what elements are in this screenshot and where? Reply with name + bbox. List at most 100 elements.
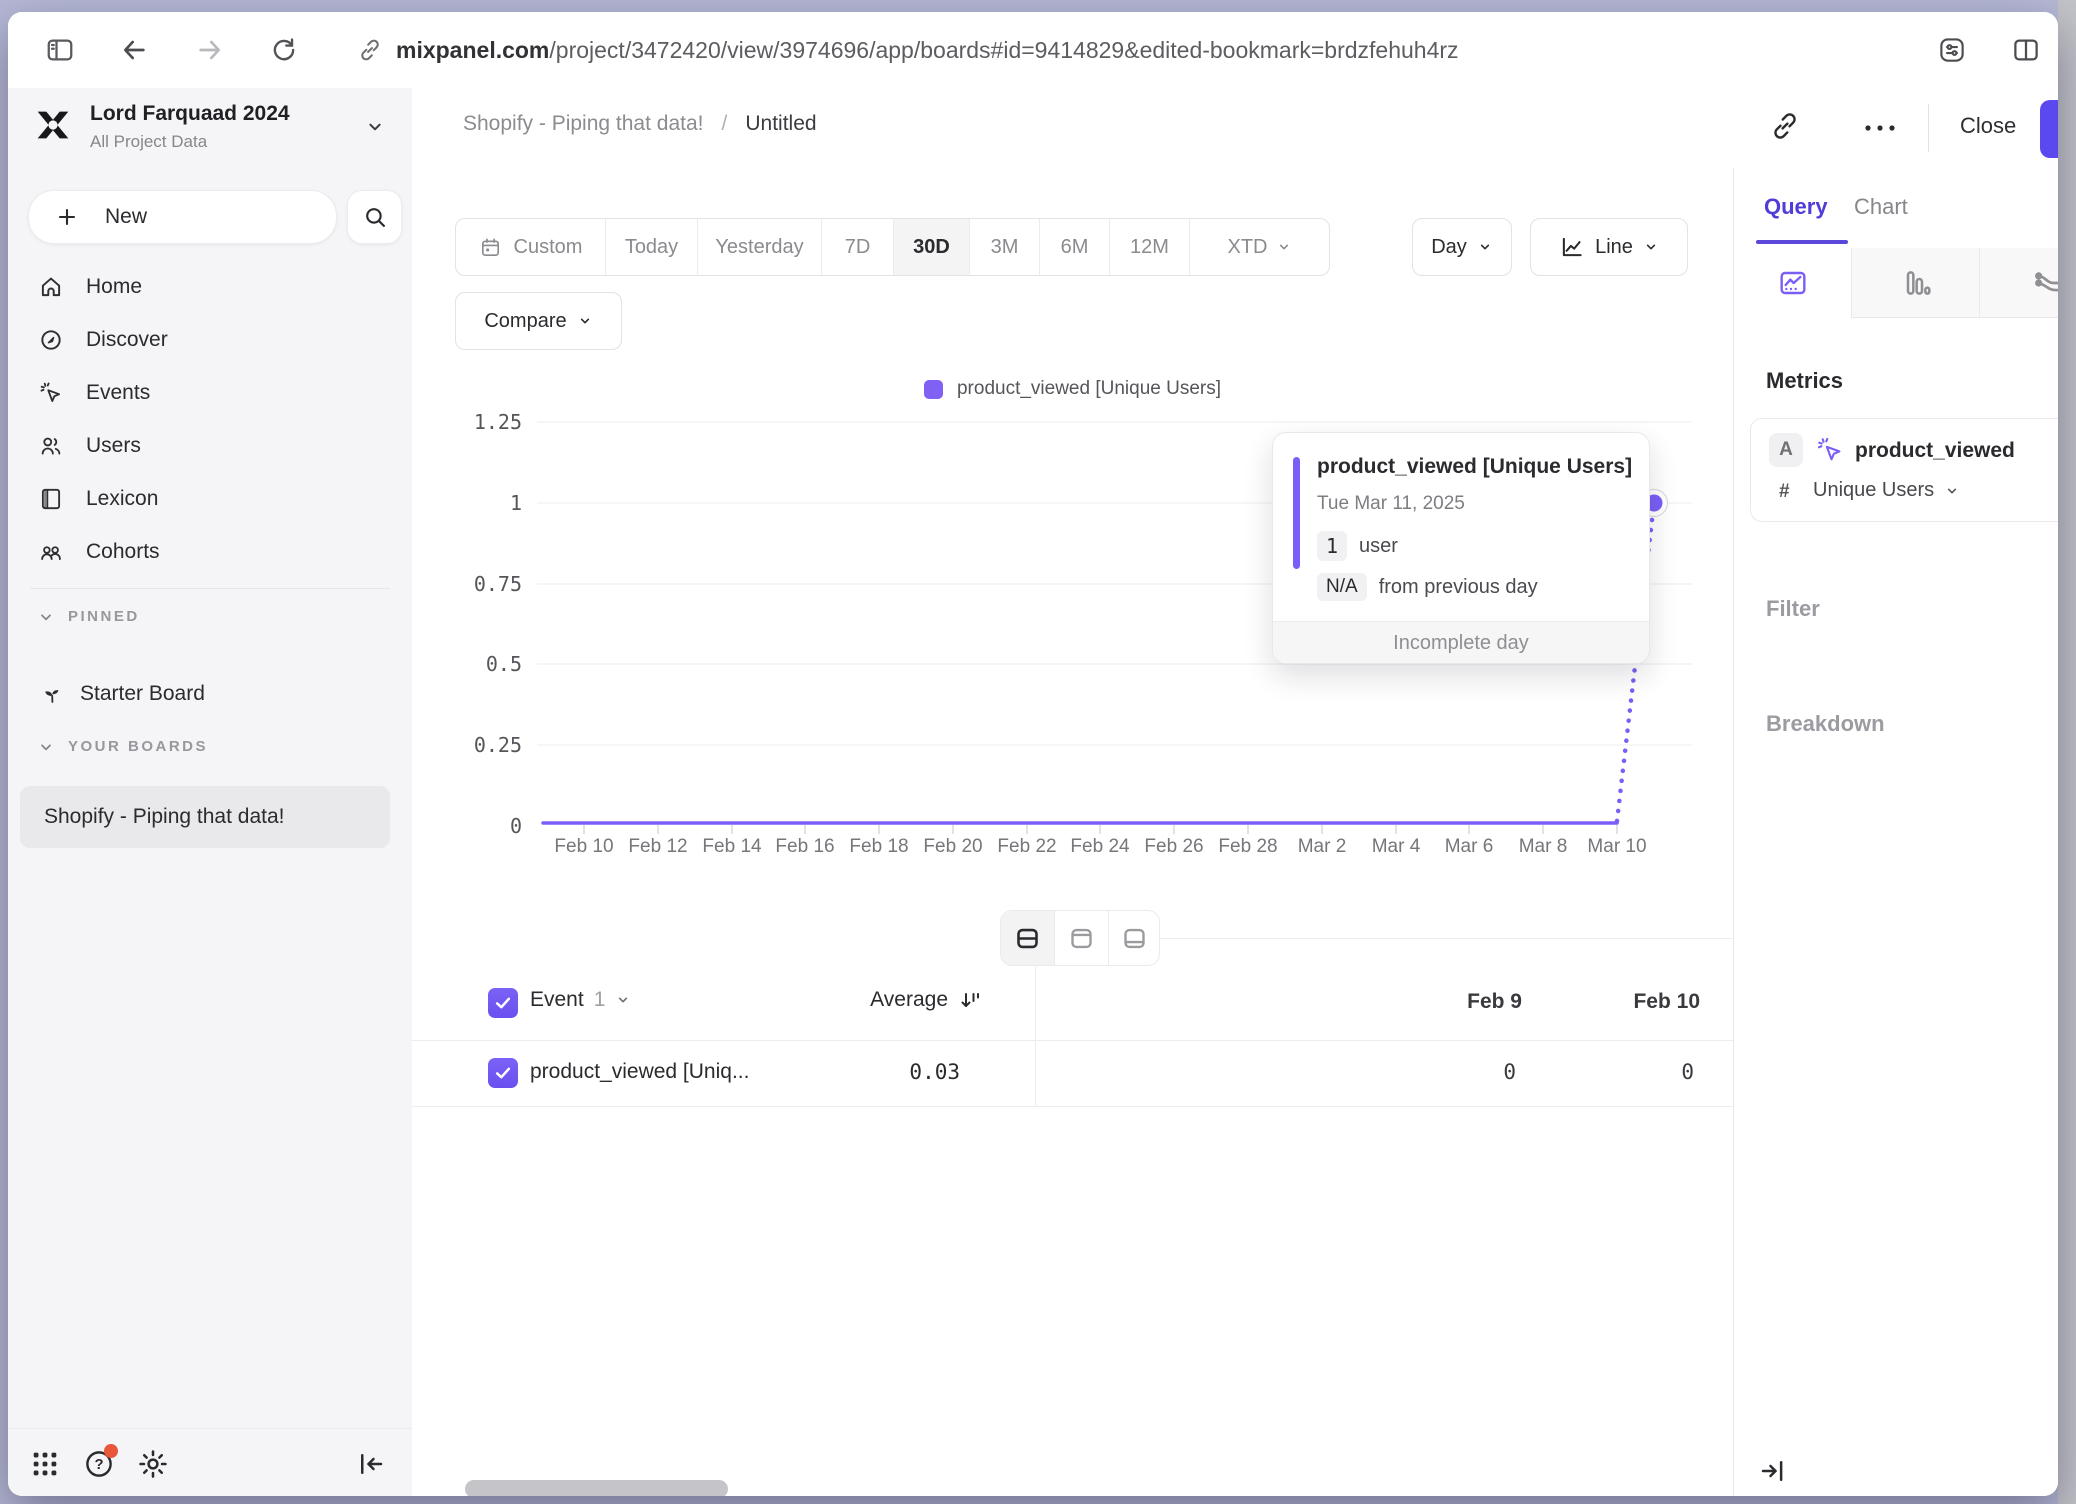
metric-letter-badge: A [1769,433,1803,467]
project-chevron-down-icon[interactable] [364,116,386,138]
compare-button[interactable]: Compare [455,292,622,350]
chart-type-dropdown[interactable]: Line [1530,218,1688,276]
chart-tooltip: product_viewed [Unique Users] Tue Mar 11… [1272,432,1650,664]
svg-text:?: ? [94,1457,103,1473]
close-button[interactable]: Close [1960,113,2016,139]
range-7d[interactable]: 7D [822,219,894,275]
event-header-cell[interactable]: Event 1 [530,988,631,1012]
breadcrumb-page-title[interactable]: Untitled [745,112,816,136]
range-30d-selected[interactable]: 30D [894,219,970,275]
active-board-label: Shopify - Piping that data! [44,805,285,829]
collapse-panel-icon[interactable] [1758,1456,1788,1486]
layout-table-only-button[interactable] [1109,911,1159,965]
date-column-header[interactable]: Feb 9 [1342,990,1522,1014]
your-boards-section-header[interactable]: YOUR BOARDS [38,738,208,755]
metric-aggregation-dropdown[interactable]: Unique Users [1813,479,1960,502]
range-12m[interactable]: 12M [1110,219,1190,275]
range-today[interactable]: Today [606,219,698,275]
metric-event-name[interactable]: product_viewed [1855,439,2015,463]
row-value: 0 [1691,1060,1733,1084]
tab-chart[interactable]: Chart [1854,194,1908,220]
layout-split-button[interactable] [1001,911,1055,965]
sidebar-item-lexicon[interactable]: Lexicon [8,472,412,525]
range-3m[interactable]: 3M [970,219,1040,275]
collapse-sidebar-icon[interactable] [356,1449,386,1479]
range-yesterday[interactable]: Yesterday [698,219,822,275]
date-column-header[interactable]: Feb 11 [1697,990,1733,1014]
reader-tune-icon[interactable] [1934,32,1970,68]
sidebar-item-label: Cohorts [86,540,160,564]
project-name[interactable]: Lord Farquaad 2024 [90,102,290,126]
sidebar-board-active[interactable]: Shopify - Piping that data! [20,786,390,848]
range-label: XTD [1228,236,1268,259]
date-column-header[interactable]: Feb 10 [1520,990,1700,1014]
board-label: Starter Board [80,682,205,706]
desktop: mixpanel.com/project/3472420/view/397469… [0,0,2076,1504]
help-icon[interactable]: ? [82,1447,116,1481]
sidebar-toggle-icon[interactable] [42,32,78,68]
more-options-icon[interactable] [1860,122,1900,134]
calendar-icon [479,236,502,259]
line-chart-icon [1559,234,1585,260]
search-button[interactable] [347,190,402,244]
tab-query[interactable]: Query [1764,194,1828,220]
chevron-down-icon [1276,239,1292,255]
sidebar-item-events[interactable]: Events [8,366,412,419]
select-all-checkbox[interactable] [488,988,518,1018]
granularity-dropdown[interactable]: Day [1412,218,1512,276]
sidebar-item-cohorts[interactable]: Cohorts [8,525,412,578]
horizontal-scrollbar-thumb[interactable] [465,1480,728,1496]
new-button[interactable]: New [28,190,337,244]
table-header-row: Event 1 Average Feb 9 Feb 10 Feb 11 Feb … [412,966,1733,1041]
event-count: 1 [594,988,606,1012]
range-6m[interactable]: 6M [1040,219,1110,275]
compare-label: Compare [484,310,566,333]
sidebar-board-starter[interactable]: Starter Board [8,668,412,720]
row-checkbox[interactable] [488,1058,518,1088]
subtab-flows[interactable] [1980,248,2058,318]
back-icon[interactable] [116,32,152,68]
breakdown-section-header[interactable]: Breakdown [1766,711,1885,737]
save-button-partial[interactable] [2040,100,2058,158]
tooltip-value-label: user [1359,535,1398,558]
pinned-section-header[interactable]: PINNED [38,608,140,625]
sidebar-item-users[interactable]: Users [8,419,412,472]
chevron-down-icon [1643,239,1659,255]
table-row[interactable]: product_viewed [Uniq... 0.03 0 0 0 0 [412,1040,1733,1107]
tooltip-title: product_viewed [Unique Users] [1317,455,1632,479]
breadcrumb-board-link[interactable]: Shopify - Piping that data! [463,112,704,136]
x-tick: Mar 10 [1572,836,1662,858]
address-bar[interactable]: mixpanel.com/project/3472420/view/397469… [396,12,1459,88]
range-custom[interactable]: Custom [456,219,606,275]
tooltip-footer: Incomplete day [1273,621,1649,664]
tooltip-value-row: 1 user [1317,531,1398,561]
filter-section-header[interactable]: Filter [1766,596,1820,622]
sidebar-item-discover[interactable]: Discover [8,313,412,366]
metric-card[interactable]: A product_viewed # Unique Users [1750,418,2058,522]
subtab-funnels[interactable] [1852,248,1980,318]
tooltip-delta-chip: N/A [1317,573,1367,601]
sidebar-item-home[interactable]: Home [8,260,412,313]
layout-chart-only-button[interactable] [1055,911,1109,965]
forward-icon[interactable] [192,32,228,68]
range-xtd[interactable]: XTD [1190,219,1329,275]
chevron-down-icon [1477,239,1493,255]
pinned-header-label: PINNED [68,608,140,625]
share-link-icon[interactable] [1769,110,1801,142]
chevron-down-icon [38,739,54,755]
new-button-label: New [105,205,147,229]
average-header-cell[interactable]: Average [782,988,982,1012]
reload-icon[interactable] [266,32,302,68]
range-label: 30D [913,236,950,259]
book-icon [38,486,64,512]
board-header-row: Shopify - Piping that data! / Untitled C… [412,88,2058,169]
sidebar-item-label: Lexicon [86,487,158,511]
url-link-icon[interactable] [352,32,388,68]
apps-grid-icon[interactable] [28,1447,62,1481]
subtab-insights-selected[interactable] [1734,248,1852,318]
metric-agg-prefix: # [1779,481,1790,503]
row-value: 0 [1514,1060,1694,1084]
split-view-icon[interactable] [2008,32,2044,68]
granularity-label: Day [1431,236,1467,259]
settings-gear-icon[interactable] [136,1447,170,1481]
